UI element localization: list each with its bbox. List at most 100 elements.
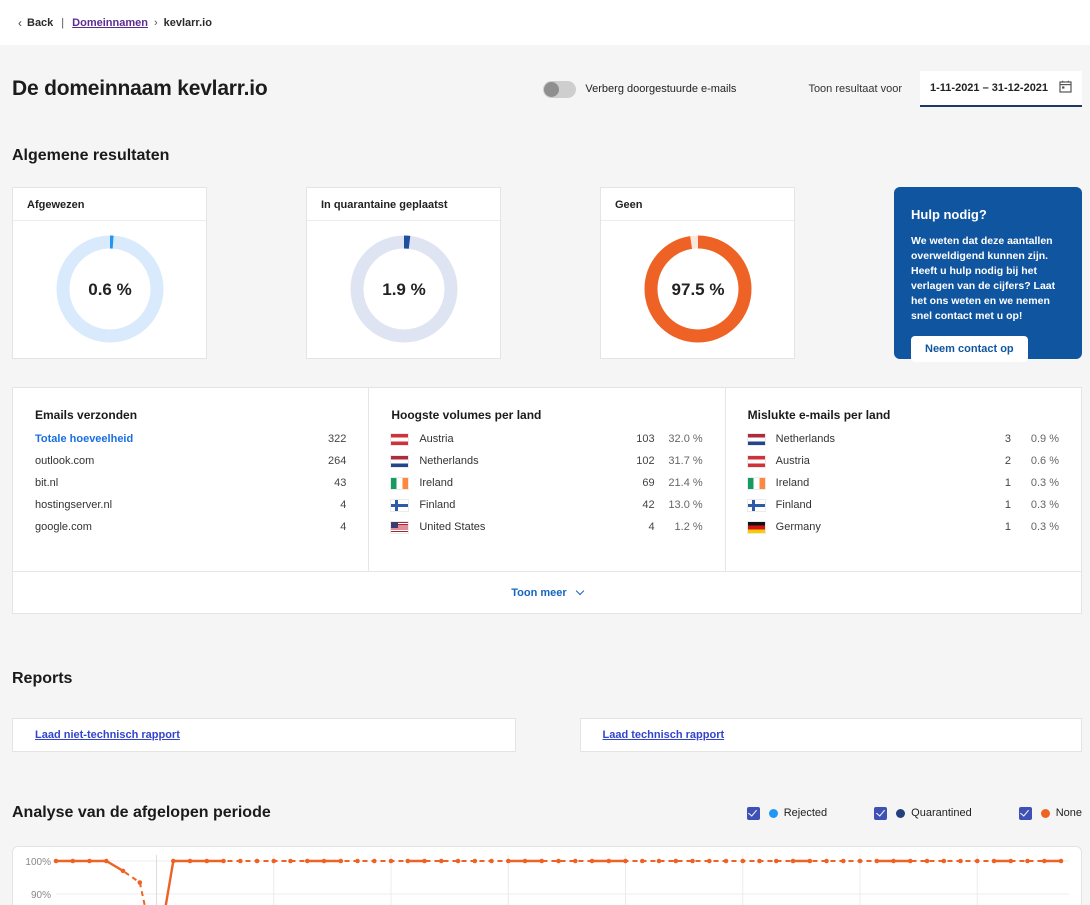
svg-text:97.5 %: 97.5 % — [671, 280, 724, 299]
donut-chart-rejected: 0.6 % — [13, 221, 206, 357]
page-title: De domeinnaam kevlarr.io — [12, 77, 267, 101]
legend-label: Rejected — [784, 807, 827, 819]
section-title-reports: Reports — [12, 670, 1082, 688]
stats-column-title: Hoogste volumes per land — [391, 408, 702, 422]
svg-text:90%: 90% — [31, 890, 51, 901]
table-row: Ireland6921.4 % — [391, 472, 702, 494]
legend-checkbox[interactable] — [1019, 807, 1032, 820]
donut-card-rejected: Afgewezen 0.6 % — [12, 187, 207, 359]
section-title-analysis: Analyse van de afgelopen periode — [12, 804, 271, 822]
country-percent: 32.0 % — [655, 433, 703, 445]
date-range-input[interactable]: 1-11-2021 – 31-12-2021 — [920, 71, 1082, 107]
hide-forwarded-toggle[interactable] — [543, 81, 576, 98]
flag-at-icon — [391, 434, 408, 445]
show-more-button[interactable]: Toon meer — [511, 587, 582, 599]
table-row: United States41.2 % — [391, 516, 702, 538]
country-percent: 31.7 % — [655, 455, 703, 467]
country-count: 2 — [985, 455, 1011, 467]
country-count: 1 — [985, 521, 1011, 533]
country-label: Ireland — [419, 477, 628, 489]
country-label: Germany — [776, 521, 985, 533]
flag-fi-icon — [748, 500, 765, 511]
legend-label: Quarantined — [911, 807, 972, 819]
country-count: 3 — [985, 433, 1011, 445]
stats-footer: Toon meer — [13, 571, 1081, 613]
donut-card-title: Afgewezen — [13, 188, 206, 221]
stats-column-failed: Mislukte e-mails per land Netherlands30.… — [725, 388, 1081, 571]
toggle-label: Verberg doorgestuurde e-mails — [585, 83, 736, 95]
svg-text:0.6 %: 0.6 % — [88, 280, 131, 299]
stats-column-emails: Emails verzonden Totale hoeveelheid322ou… — [13, 388, 368, 571]
table-row: Netherlands10231.7 % — [391, 450, 702, 472]
row-value: 264 — [320, 455, 346, 467]
country-percent: 0.3 % — [1011, 499, 1059, 511]
flag-nl-icon — [391, 456, 408, 467]
date-range-label: Toon resultaat voor — [808, 83, 902, 95]
country-label: Finland — [419, 499, 628, 511]
stats-column-volumes: Hoogste volumes per land Austria10332.0 … — [368, 388, 724, 571]
technical-report-link[interactable]: Laad technisch rapport — [603, 729, 725, 741]
calendar-icon[interactable] — [1059, 80, 1072, 96]
toggle-knob — [544, 82, 559, 97]
analysis-line-chart: 100% 90% — [13, 847, 1081, 905]
svg-text:1.9 %: 1.9 % — [382, 280, 425, 299]
donut-chart-quarantined: 1.9 % — [307, 221, 500, 357]
country-count: 103 — [629, 433, 655, 445]
back-chevron-icon: ‹ — [18, 16, 22, 30]
legend-dot-icon — [769, 809, 778, 818]
row-label: hostingserver.nl — [35, 499, 320, 511]
report-card-nontechnical: Laad niet-technisch rapport — [12, 718, 516, 752]
legend-dot-icon — [896, 809, 905, 818]
show-more-label: Toon meer — [511, 587, 566, 599]
stats-card: Emails verzonden Totale hoeveelheid322ou… — [12, 387, 1082, 614]
row-label[interactable]: Totale hoeveelheid — [35, 433, 320, 445]
table-row: Netherlands30.9 % — [748, 428, 1059, 450]
help-body: We weten dat deze aantallen overweldigen… — [911, 234, 1065, 323]
row-label: outlook.com — [35, 455, 320, 467]
legend-item-quarantined: Quarantined — [874, 807, 972, 820]
help-card: Hulp nodig? We weten dat deze aantallen … — [894, 187, 1082, 359]
table-row: Ireland10.3 % — [748, 472, 1059, 494]
breadcrumb-link-domeinnamen[interactable]: Domeinnamen — [72, 17, 148, 29]
table-row: hostingserver.nl4 — [35, 494, 346, 516]
donut-chart-none: 97.5 % — [601, 221, 794, 357]
donut-card-title: Geen — [601, 188, 794, 221]
country-label: Netherlands — [419, 455, 628, 467]
date-range-value: 1-11-2021 – 31-12-2021 — [930, 82, 1048, 94]
table-row: Germany10.3 % — [748, 516, 1059, 538]
table-row: outlook.com264 — [35, 450, 346, 472]
flag-nl-icon — [748, 434, 765, 445]
donut-card-quarantined: In quarantaine geplaatst 1.9 % — [306, 187, 501, 359]
table-row: bit.nl43 — [35, 472, 346, 494]
nontechnical-report-link[interactable]: Laad niet-technisch rapport — [35, 729, 180, 741]
legend-checkbox[interactable] — [747, 807, 760, 820]
legend-checkbox[interactable] — [874, 807, 887, 820]
country-percent: 0.6 % — [1011, 455, 1059, 467]
row-value: 4 — [320, 521, 346, 533]
country-label: Finland — [776, 499, 985, 511]
row-value: 322 — [320, 433, 346, 445]
svg-text:100%: 100% — [25, 857, 51, 868]
flag-fi-icon — [391, 500, 408, 511]
back-button[interactable]: Back — [27, 17, 53, 29]
stats-column-title: Mislukte e-mails per land — [748, 408, 1059, 422]
table-row: Finland10.3 % — [748, 494, 1059, 516]
help-title: Hulp nodig? — [911, 207, 1065, 222]
analysis-chart-card: 100% 90% — [12, 846, 1082, 905]
report-card-technical: Laad technisch rapport — [580, 718, 1083, 752]
flag-at-icon — [748, 456, 765, 467]
contact-button[interactable]: Neem contact op — [911, 336, 1028, 362]
country-label: Ireland — [776, 477, 985, 489]
country-percent: 21.4 % — [655, 477, 703, 489]
donut-card-none: Geen 97.5 % — [600, 187, 795, 359]
row-value: 4 — [320, 499, 346, 511]
section-title-general: Algemene resultaten — [12, 147, 1082, 165]
legend-label: None — [1056, 807, 1082, 819]
stats-column-title: Emails verzonden — [35, 408, 346, 422]
country-percent: 0.3 % — [1011, 477, 1059, 489]
country-count: 69 — [629, 477, 655, 489]
donut-card-title: In quarantaine geplaatst — [307, 188, 500, 221]
country-percent: 13.0 % — [655, 499, 703, 511]
breadcrumb: ‹ Back | Domeinnamen › kevlarr.io — [0, 0, 1090, 45]
country-percent: 0.3 % — [1011, 521, 1059, 533]
